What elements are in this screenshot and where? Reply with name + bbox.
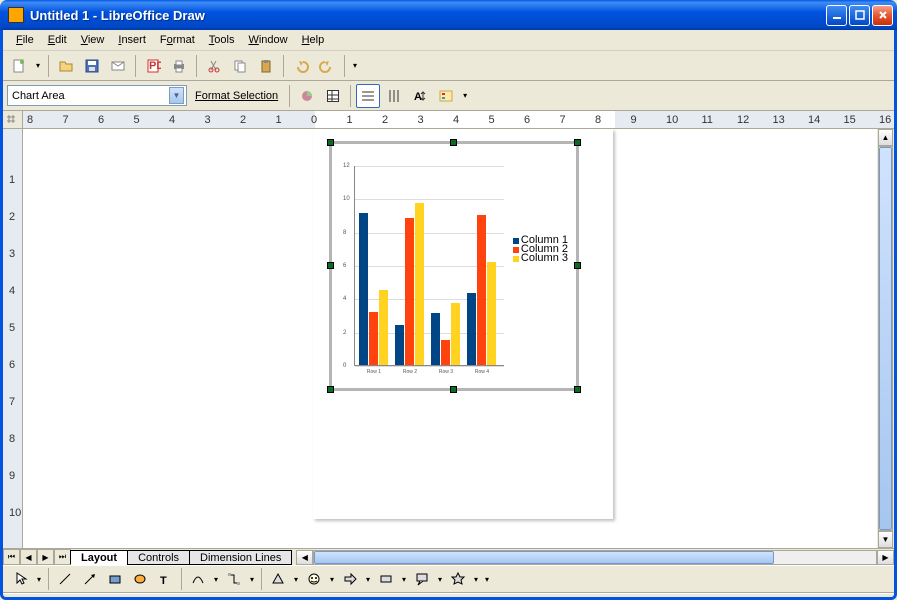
- flowchart-tool[interactable]: [374, 567, 398, 591]
- arrow-tool[interactable]: [78, 567, 102, 591]
- new-button[interactable]: [7, 54, 31, 78]
- copy-button[interactable]: [228, 54, 252, 78]
- text-tool[interactable]: T: [153, 567, 177, 591]
- vertical-scrollbar[interactable]: ▲ ▼: [877, 129, 894, 548]
- menu-help[interactable]: Help: [295, 32, 332, 48]
- paste-button[interactable]: [254, 54, 278, 78]
- drawbar-overflow[interactable]: ▾: [482, 575, 492, 584]
- vertical-ruler[interactable]: 12345678910: [3, 129, 23, 548]
- new-dropdown[interactable]: ▾: [33, 61, 43, 70]
- resize-handle[interactable]: [327, 262, 334, 269]
- chart-plot-area[interactable]: 024681012Row 1Row 2Row 3Row 4: [354, 166, 504, 366]
- scroll-right-button[interactable]: ▶: [877, 550, 894, 565]
- window-title: Untitled 1 - LibreOffice Draw: [28, 8, 826, 23]
- line-tool[interactable]: [53, 567, 77, 591]
- rect-tool[interactable]: [103, 567, 127, 591]
- app-icon: [8, 7, 24, 23]
- scroll-left-button[interactable]: ◀: [296, 550, 313, 565]
- menu-view[interactable]: View: [74, 32, 112, 48]
- ruler-corner: [3, 111, 23, 128]
- pdf-button[interactable]: PDF: [141, 54, 165, 78]
- callout-tool[interactable]: [410, 567, 434, 591]
- standard-toolbar: ▾ PDF ▾: [3, 51, 894, 81]
- tab-next-button[interactable]: ▶: [37, 549, 54, 565]
- svg-text:A: A: [414, 91, 422, 103]
- menu-insert[interactable]: Insert: [111, 32, 153, 48]
- chart-element-value: Chart Area: [12, 90, 169, 102]
- cut-button[interactable]: [202, 54, 226, 78]
- chart-element-select[interactable]: Chart Area ▼: [7, 85, 187, 106]
- scale-text-button[interactable]: A: [408, 84, 432, 108]
- scroll-down-button[interactable]: ▼: [878, 531, 893, 548]
- resize-handle[interactable]: [574, 139, 581, 146]
- page: 024681012Row 1Row 2Row 3Row 4 Column 1Co…: [313, 129, 613, 519]
- ruler-row: 87654321012345678910111213141516: [3, 111, 894, 129]
- tab-prev-button[interactable]: ◀: [20, 549, 37, 565]
- chart-data-button[interactable]: [321, 84, 345, 108]
- menu-edit[interactable]: Edit: [41, 32, 74, 48]
- tab-first-button[interactable]: ⏮: [3, 549, 20, 565]
- resize-handle[interactable]: [327, 386, 334, 393]
- close-button[interactable]: [872, 5, 893, 26]
- tab-layout[interactable]: Layout: [70, 550, 128, 565]
- vgrid-button[interactable]: [382, 84, 406, 108]
- chart-toolbar: Chart Area ▼ Format Selection A ▾: [3, 81, 894, 111]
- legend-button[interactable]: [434, 84, 458, 108]
- work-area: 12345678910 024681012Row 1Row 2Row 3Row …: [3, 129, 894, 548]
- svg-text:PDF: PDF: [149, 60, 161, 72]
- menubar: File Edit View Insert Format Tools Windo…: [3, 30, 894, 51]
- save-button[interactable]: [80, 54, 104, 78]
- undo-button[interactable]: [289, 54, 313, 78]
- resize-handle[interactable]: [574, 386, 581, 393]
- chevron-down-icon: ▼: [169, 87, 184, 104]
- tab-row: ⏮ ◀ ▶ ⏭ Layout Controls Dimension Lines …: [3, 548, 894, 565]
- format-selection-button[interactable]: Format Selection: [189, 90, 284, 102]
- menu-window[interactable]: Window: [241, 32, 294, 48]
- drawing-toolbar: ▾ T ▾ ▾ ▾ ▾ ▾ ▾ ▾ ▾ ▾: [3, 565, 894, 593]
- open-button[interactable]: [54, 54, 78, 78]
- minimize-button[interactable]: [826, 5, 847, 26]
- redo-button[interactable]: [315, 54, 339, 78]
- email-button[interactable]: [106, 54, 130, 78]
- stars-tool[interactable]: [446, 567, 470, 591]
- titlebar: Untitled 1 - LibreOffice Draw: [0, 0, 897, 30]
- menu-file[interactable]: File: [9, 32, 41, 48]
- svg-text:T: T: [160, 575, 167, 587]
- select-tool[interactable]: [9, 567, 33, 591]
- block-arrows-tool[interactable]: [338, 567, 362, 591]
- resize-handle[interactable]: [450, 386, 457, 393]
- tab-dimension[interactable]: Dimension Lines: [189, 550, 292, 565]
- menu-format[interactable]: Format: [153, 32, 202, 48]
- menu-tools[interactable]: Tools: [202, 32, 242, 48]
- ellipse-tool[interactable]: [128, 567, 152, 591]
- resize-handle[interactable]: [450, 139, 457, 146]
- horizontal-scrollbar[interactable]: ◀ ▶: [296, 549, 894, 565]
- maximize-button[interactable]: [849, 5, 870, 26]
- chart-legend[interactable]: Column 1Column 2Column 3: [513, 236, 568, 263]
- chart-object[interactable]: 024681012Row 1Row 2Row 3Row 4 Column 1Co…: [329, 141, 579, 391]
- resize-handle[interactable]: [327, 139, 334, 146]
- tab-controls[interactable]: Controls: [127, 550, 190, 565]
- toolbar-overflow[interactable]: ▾: [350, 61, 360, 70]
- hgrid-button[interactable]: [356, 84, 380, 108]
- status-bar: Chart Area selected ⋰: [3, 593, 894, 600]
- symbol-shapes-tool[interactable]: [302, 567, 326, 591]
- chart-type-button[interactable]: [295, 84, 319, 108]
- horizontal-ruler[interactable]: 87654321012345678910111213141516: [23, 111, 894, 128]
- connector-tool[interactable]: [222, 567, 246, 591]
- print-button[interactable]: [167, 54, 191, 78]
- scroll-up-button[interactable]: ▲: [878, 129, 893, 146]
- canvas[interactable]: 024681012Row 1Row 2Row 3Row 4 Column 1Co…: [23, 129, 894, 548]
- resize-handle[interactable]: [574, 262, 581, 269]
- tab-last-button[interactable]: ⏭: [54, 549, 71, 565]
- resize-grip-icon[interactable]: ⋰: [874, 596, 886, 600]
- basic-shapes-tool[interactable]: [266, 567, 290, 591]
- curve-tool[interactable]: [186, 567, 210, 591]
- chart-toolbar-overflow[interactable]: ▾: [460, 91, 470, 100]
